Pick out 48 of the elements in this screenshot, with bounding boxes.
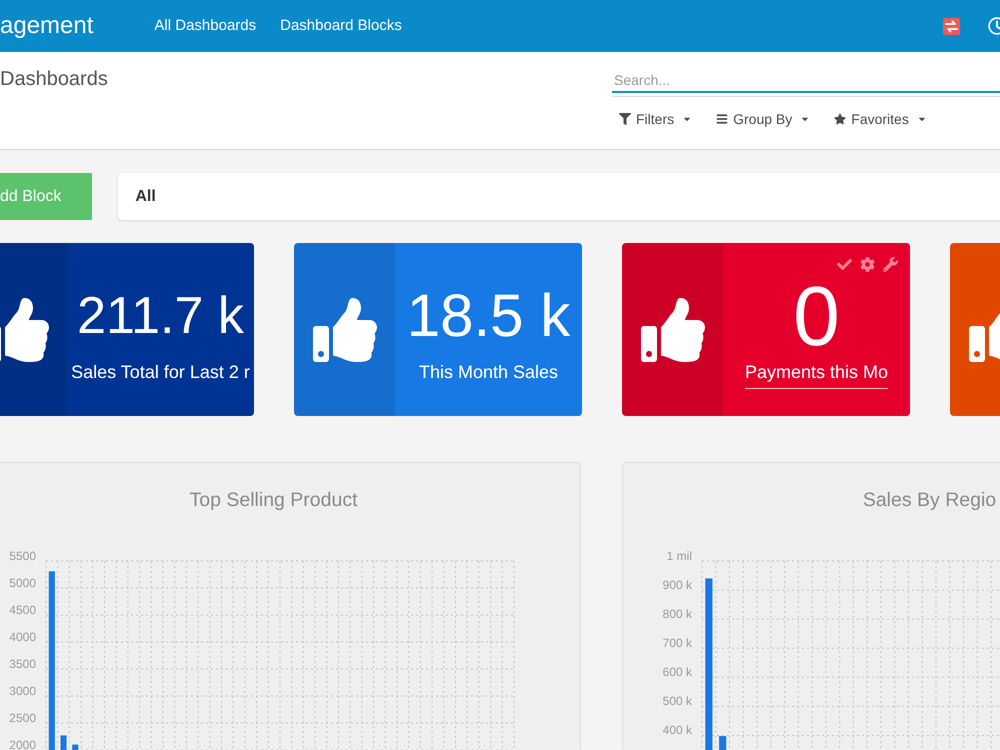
y-axis-label: 2500 — [9, 711, 36, 725]
toolbar-dropdown-button[interactable]: Group By — [709, 109, 818, 129]
tile-label: This Month Sales — [418, 361, 558, 383]
bar — [60, 735, 67, 750]
toolbar-dropdown-button[interactable]: Favorites — [827, 109, 934, 129]
app-title: agement — [0, 12, 94, 40]
filter-label[interactable]: All — [135, 184, 156, 208]
thumbs-up-icon — [640, 298, 704, 362]
y-axis-label: 5500 — [9, 549, 36, 563]
tile-value: 211.7 k — [77, 290, 244, 342]
y-axis-label: 2000 — [9, 738, 36, 750]
stat-tile[interactable]: 0 Payments this Mo — [622, 243, 910, 416]
y-axis-label: 800 k — [662, 607, 692, 622]
chart-title: Top Selling Product — [189, 488, 358, 512]
settings-icon[interactable] — [860, 257, 875, 272]
wrench-icon[interactable] — [883, 257, 898, 272]
stat-tile[interactable]: 211.7 k Sales Total for Last 2 r — [0, 243, 254, 416]
thumbs-up-icon — [0, 298, 48, 362]
bar — [72, 744, 78, 750]
y-axis-label: 3000 — [9, 684, 36, 698]
nav-link[interactable]: All Dashboards — [154, 14, 256, 38]
y-axis-label: 500 k — [662, 694, 692, 708]
toolbar-dropdown-button[interactable]: Filters — [612, 109, 700, 129]
y-axis-label: 600 k — [662, 665, 692, 680]
y-axis-label: 3500 — [9, 657, 36, 671]
thumbs-up-icon — [312, 298, 376, 362]
y-axis-label: 5000 — [9, 576, 36, 590]
y-axis-label: 900 k — [662, 578, 692, 592]
search-field[interactable]: Search... — [612, 68, 1000, 93]
y-axis-label: 1 mil — [666, 549, 692, 563]
y-axis-label: 400 k — [662, 723, 692, 738]
check-icon[interactable] — [837, 257, 852, 272]
stat-tile[interactable]: 18.5 k This Month Sales — [294, 243, 582, 416]
bar — [719, 736, 726, 750]
nav-link[interactable]: Dashboard Blocks — [280, 14, 402, 38]
star-icon — [834, 113, 846, 125]
tile-label: Sales Total for Last 2 r — [71, 361, 250, 383]
swap-icon[interactable] — [943, 18, 960, 34]
chart-title: Sales By Regio — [862, 488, 996, 512]
y-axis-label: 700 k — [662, 636, 692, 650]
tile-value: 0 — [793, 274, 840, 358]
breadcrumb-title: Dashboards — [0, 68, 108, 90]
funnel-icon — [619, 113, 631, 125]
tile-value: 18.5 k — [406, 286, 570, 346]
bars-icon — [716, 113, 728, 125]
tile-label[interactable]: Payments this Mo — [744, 361, 888, 389]
y-axis-label: 4000 — [9, 630, 36, 644]
y-axis-label: 4500 — [9, 603, 36, 617]
